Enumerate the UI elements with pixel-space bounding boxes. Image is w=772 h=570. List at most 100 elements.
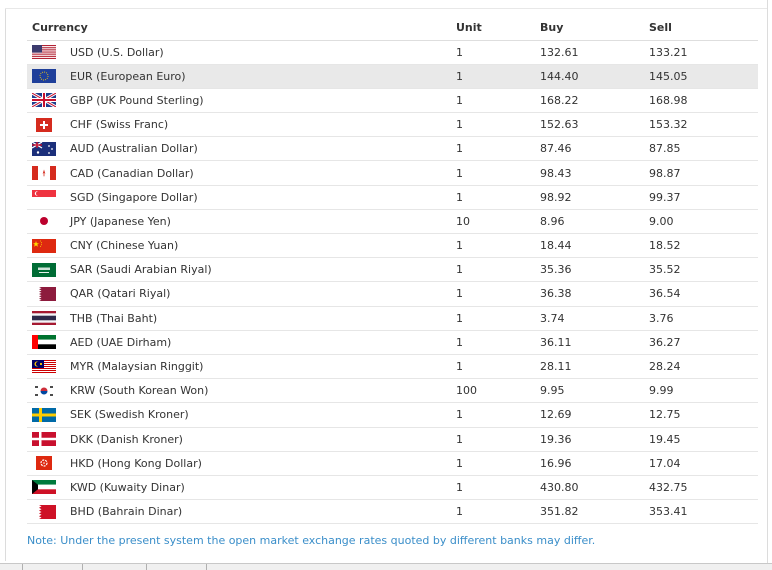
jp-flag-icon	[32, 214, 56, 229]
panel-right-border	[767, 0, 768, 565]
table-row: AUD (Australian Dollar) 1 87.46 87.85	[27, 136, 758, 162]
buy-rate: 19.36	[539, 427, 648, 452]
currency-name: EUR (European Euro)	[67, 64, 453, 89]
currency-name: JPY (Japanese Yen)	[67, 209, 453, 235]
table-row: CHF (Swiss Franc) 1 152.63 153.32	[27, 112, 758, 138]
exchange-rate-panel: Currency Unit Buy Sell USD (U.S. Dollar)…	[0, 0, 772, 570]
panel-top-border	[5, 8, 767, 9]
flag-cell	[27, 499, 67, 525]
currency-name: AUD (Australian Dollar)	[67, 136, 453, 162]
buy-rate: 98.43	[539, 160, 648, 186]
table-row: QAR (Qatari Riyal) 1 36.38 36.54	[27, 281, 758, 307]
currency-name: KWD (Kuwaity Dinar)	[67, 475, 453, 501]
flag-cell	[27, 427, 67, 452]
eu-flag-icon	[32, 69, 56, 84]
flag-cell	[27, 354, 67, 380]
flag-cell	[27, 64, 67, 89]
ca-flag-icon	[32, 166, 56, 181]
unit-value: 1	[453, 233, 539, 259]
currency-name: CNY (Chinese Yuan)	[67, 233, 453, 259]
flag-cell	[27, 88, 67, 114]
currency-name: QAR (Qatari Riyal)	[67, 281, 453, 307]
flag-cell	[27, 112, 67, 138]
flag-cell	[27, 475, 67, 501]
flag-cell	[27, 281, 67, 307]
table-row: SGD (Singapore Dollar) 1 98.92 99.37	[27, 185, 758, 210]
buy-rate: 35.36	[539, 257, 648, 283]
unit-value: 1	[453, 427, 539, 452]
bottom-scroll-strip	[0, 563, 772, 570]
sell-rate: 133.21	[648, 40, 758, 65]
currency-name: DKK (Danish Kroner)	[67, 427, 453, 452]
unit-value: 1	[453, 257, 539, 283]
bh-flag-icon	[32, 504, 56, 519]
unit-value: 1	[453, 88, 539, 114]
buy-rate: 28.11	[539, 354, 648, 380]
currency-name: THB (Thai Baht)	[67, 306, 453, 331]
currency-name: SGD (Singapore Dollar)	[67, 185, 453, 210]
unit-value: 1	[453, 185, 539, 210]
flag-cell	[27, 40, 67, 65]
table-row: KRW (South Korean Won) 100 9.95 9.99	[27, 378, 758, 404]
unit-value: 10	[453, 209, 539, 235]
exchange-rate-table: Currency Unit Buy Sell USD (U.S. Dollar)…	[27, 16, 758, 525]
panel-left-border	[5, 8, 6, 561]
table-row: THB (Thai Baht) 1 3.74 3.76	[27, 306, 758, 331]
flag-cell	[27, 185, 67, 210]
table-row: AED (UAE Dirham) 1 36.11 36.27	[27, 330, 758, 355]
buy-rate: 152.63	[539, 112, 648, 138]
strip-divider	[22, 564, 23, 570]
buy-rate: 36.38	[539, 281, 648, 307]
currency-name: SAR (Saudi Arabian Riyal)	[67, 257, 453, 283]
sell-rate: 12.75	[648, 402, 758, 428]
unit-value: 100	[453, 378, 539, 404]
sell-rate: 9.00	[648, 209, 758, 235]
ae-flag-icon	[32, 335, 56, 350]
kr-flag-icon	[32, 383, 56, 398]
table-row: EUR (European Euro) 1 144.40 145.05	[27, 64, 758, 89]
table-row: GBP (UK Pound Sterling) 1 168.22 168.98	[27, 88, 758, 114]
se-flag-icon	[32, 407, 56, 422]
table-row: SAR (Saudi Arabian Riyal) 1 35.36 35.52	[27, 257, 758, 283]
buy-rate: 98.92	[539, 185, 648, 210]
au-flag-icon	[32, 141, 56, 156]
kw-flag-icon	[32, 480, 56, 495]
table-row: DKK (Danish Kroner) 1 19.36 19.45	[27, 427, 758, 452]
currency-name: CHF (Swiss Franc)	[67, 112, 453, 138]
disclaimer-note: Note: Under the present system the open …	[27, 534, 596, 547]
table-row: HKD (Hong Kong Dollar) 1 16.96 17.04	[27, 451, 758, 476]
buy-rate: 168.22	[539, 88, 648, 114]
table-row: MYR (Malaysian Ringgit) 1 28.11 28.24	[27, 354, 758, 380]
buy-rate: 3.74	[539, 306, 648, 331]
unit-value: 1	[453, 330, 539, 355]
unit-value: 1	[453, 306, 539, 331]
flag-cell	[27, 209, 67, 235]
header-buy: Buy	[539, 16, 648, 41]
strip-divider	[82, 564, 83, 570]
currency-name: HKD (Hong Kong Dollar)	[67, 451, 453, 476]
buy-rate: 430.80	[539, 475, 648, 501]
sell-rate: 432.75	[648, 475, 758, 501]
buy-rate: 18.44	[539, 233, 648, 259]
sell-rate: 9.99	[648, 378, 758, 404]
currency-name: MYR (Malaysian Ringgit)	[67, 354, 453, 380]
flag-cell	[27, 233, 67, 259]
unit-value: 1	[453, 160, 539, 186]
table-row: SEK (Swedish Kroner) 1 12.69 12.75	[27, 402, 758, 428]
unit-value: 1	[453, 475, 539, 501]
flag-cell	[27, 306, 67, 331]
buy-rate: 87.46	[539, 136, 648, 162]
table-row: JPY (Japanese Yen) 10 8.96 9.00	[27, 209, 758, 235]
hk-flag-icon	[36, 456, 52, 471]
currency-name: SEK (Swedish Kroner)	[67, 402, 453, 428]
flag-cell	[27, 330, 67, 355]
unit-value: 1	[453, 451, 539, 476]
qa-flag-icon	[32, 286, 56, 301]
my-flag-icon	[32, 359, 56, 374]
currency-name: KRW (South Korean Won)	[67, 378, 453, 404]
unit-value: 1	[453, 402, 539, 428]
table-row: KWD (Kuwaity Dinar) 1 430.80 432.75	[27, 475, 758, 501]
buy-rate: 16.96	[539, 451, 648, 476]
sell-rate: 18.52	[648, 233, 758, 259]
us-flag-icon	[32, 45, 56, 60]
